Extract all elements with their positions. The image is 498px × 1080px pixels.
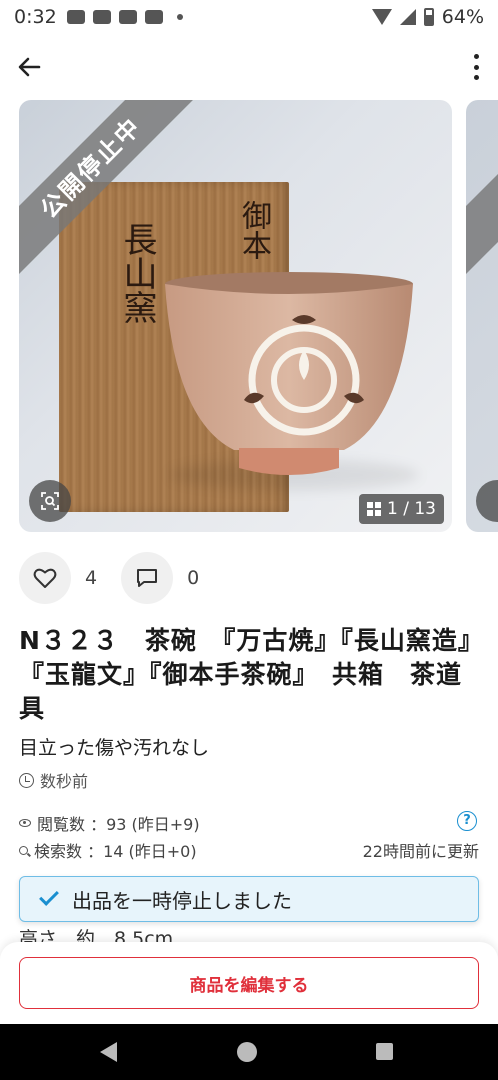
like-button[interactable] [19, 552, 71, 604]
nav-home-icon[interactable] [237, 1042, 257, 1062]
posted-time: 数秒前 [19, 768, 88, 792]
paused-toast: 出品を一時停止しました [19, 876, 479, 922]
wifi-icon [371, 9, 392, 25]
nav-back-icon[interactable] [100, 1042, 117, 1062]
edit-item-button[interactable]: 商品を編集する [19, 957, 479, 1009]
lens-search-icon [41, 492, 59, 510]
tea-bowl-image [165, 272, 413, 475]
like-count: 4 [85, 567, 98, 589]
more-notifications-icon [176, 14, 183, 20]
mail-notification-icon [118, 10, 137, 24]
status-bar: 0:32 64% [0, 0, 498, 34]
top-app-bar [0, 44, 498, 90]
image-counter[interactable]: 1 / 13 [359, 494, 444, 524]
view-count: 閲覧数 ：93 (昨日+9) [37, 815, 200, 834]
back-button[interactable] [14, 52, 44, 82]
battery-level: 64% [441, 6, 484, 28]
help-icon[interactable]: ? [457, 811, 477, 831]
notification-icons [66, 10, 183, 24]
comment-icon [137, 569, 158, 587]
grid-icon [367, 502, 382, 516]
signal-icon [399, 9, 416, 25]
battery-icon [423, 8, 434, 26]
comment-count: 0 [187, 567, 200, 589]
posted-time-text: 数秒前 [40, 772, 89, 791]
more-options-button[interactable] [472, 54, 480, 80]
product-photo[interactable]: 御本 長山窯 公開停止中 1 / 13 [19, 100, 452, 532]
back-arrow-icon [18, 57, 41, 77]
view-count-row: 閲覧数 ：93 (昨日+9) [19, 811, 200, 835]
check-icon [39, 886, 59, 906]
next-lens-button[interactable] [476, 480, 498, 522]
lens-search-button[interactable] [29, 480, 71, 522]
app-notification-icon [66, 10, 85, 24]
search-icon [19, 845, 28, 855]
updated-time: 22時間前に更新 [362, 842, 479, 861]
image-carousel[interactable]: 御本 長山窯 公開停止中 1 / 13 [0, 100, 498, 532]
status-ribbon: 公開停止中 [19, 100, 199, 277]
next-status-ribbon: 公開 [466, 100, 498, 277]
heart-icon [33, 568, 57, 588]
line-notification-icon [92, 10, 111, 24]
item-condition: 目立った傷や汚れなし [19, 737, 210, 759]
next-product-photo[interactable]: 公開 [466, 100, 498, 532]
clock-icon [19, 772, 34, 788]
status-time: 0:32 [14, 6, 57, 28]
comment-button[interactable] [121, 552, 174, 604]
system-nav-bar [0, 1024, 498, 1080]
bottom-action-panel: 商品を編集する [0, 942, 498, 1024]
nav-recents-icon[interactable] [376, 1043, 393, 1060]
eye-icon [19, 819, 31, 827]
more-vert-icon [473, 54, 479, 59]
search-count: 検索数 ：14 (昨日+0) [34, 842, 197, 861]
engagement-actions: 4 0 [19, 552, 223, 604]
item-title: N３２３ 茶碗 『万古焼』『長山窯造』『玉龍文』『御本手茶碗』 共箱 茶道具 [19, 626, 472, 723]
toast-message: 出品を一時停止しました [72, 888, 292, 913]
store-notification-icon [144, 10, 163, 24]
image-counter-text: 1 / 13 [387, 499, 436, 519]
search-count-row: 検索数 ：14 (昨日+0) [19, 838, 197, 862]
